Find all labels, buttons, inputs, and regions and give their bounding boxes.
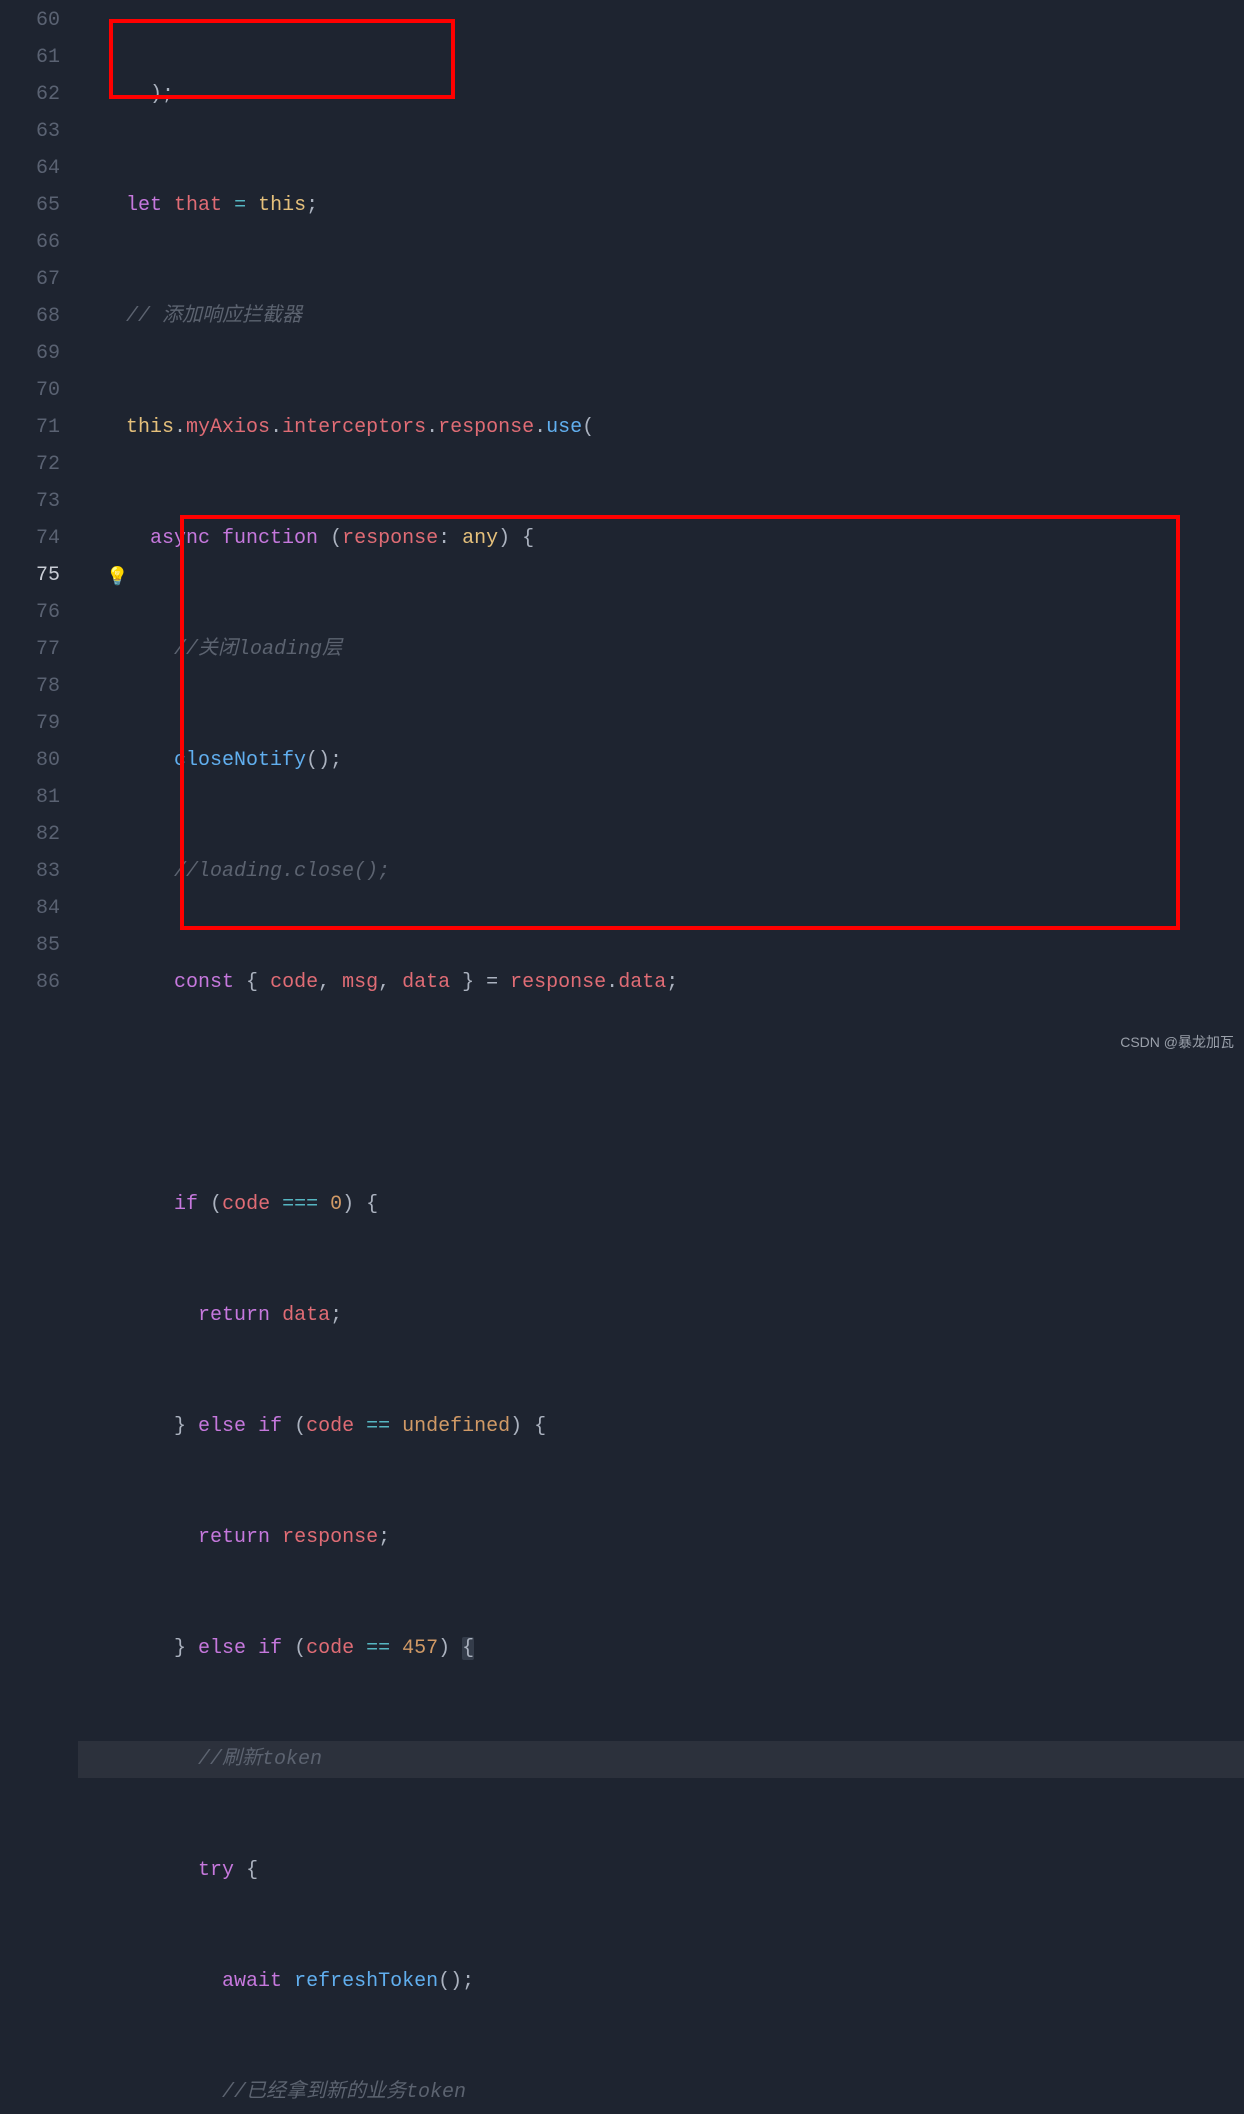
- code-line: //关闭loading层: [78, 631, 1244, 668]
- code-line: );: [78, 76, 1244, 113]
- line-number: 64: [0, 150, 60, 187]
- line-number: 65: [0, 187, 60, 224]
- code-line: async function (response: any) {: [78, 520, 1244, 557]
- code-area[interactable]: ); let that = this; // 添加响应拦截器 this.myAx…: [78, 0, 1244, 2114]
- line-number: 79: [0, 705, 60, 742]
- line-number: 66: [0, 224, 60, 261]
- line-number: 70: [0, 372, 60, 409]
- line-number: 84: [0, 890, 60, 927]
- lightbulb-icon[interactable]: 💡: [106, 560, 128, 597]
- line-number: 80: [0, 742, 60, 779]
- line-number: 68: [0, 298, 60, 335]
- code-line: return response;: [78, 1519, 1244, 1556]
- code-line: await refreshToken();: [78, 1963, 1244, 2000]
- line-number: 73: [0, 483, 60, 520]
- line-number: 72: [0, 446, 60, 483]
- line-number: 78: [0, 668, 60, 705]
- code-line: let that = this;: [78, 187, 1244, 224]
- line-number: 62: [0, 76, 60, 113]
- code-line: // 添加响应拦截器: [78, 298, 1244, 335]
- line-number: 77: [0, 631, 60, 668]
- line-number: 83: [0, 853, 60, 890]
- line-number: 81: [0, 779, 60, 816]
- code-line: //loading.close();: [78, 853, 1244, 890]
- code-line-active: //刷新token: [78, 1741, 1244, 1778]
- line-number: 76: [0, 594, 60, 631]
- line-number: 60: [0, 2, 60, 39]
- line-number: 63: [0, 113, 60, 150]
- line-number: 67: [0, 261, 60, 298]
- code-line: try {: [78, 1852, 1244, 1889]
- line-number: 71: [0, 409, 60, 446]
- watermark-text: CSDN @暴龙加瓦: [1120, 1034, 1234, 1051]
- line-number: 74: [0, 520, 60, 557]
- line-number: 85: [0, 927, 60, 964]
- code-line: } else if (code == 457) {: [78, 1630, 1244, 1667]
- line-number: 61: [0, 39, 60, 76]
- line-number: 75: [0, 557, 60, 594]
- code-line: if (code === 0) {: [78, 1186, 1244, 1223]
- line-number: 86: [0, 964, 60, 1001]
- code-line: this.myAxios.interceptors.response.use(: [78, 409, 1244, 446]
- line-number: 82: [0, 816, 60, 853]
- code-line: } else if (code == undefined) {: [78, 1408, 1244, 1445]
- code-line: [78, 1075, 1244, 1112]
- code-line: const { code, msg, data } = response.dat…: [78, 964, 1244, 1001]
- line-number: 69: [0, 335, 60, 372]
- code-editor[interactable]: 6061626364656667686970717273747576777879…: [0, 0, 1244, 2114]
- code-line: return data;: [78, 1297, 1244, 1334]
- line-number-gutter: 6061626364656667686970717273747576777879…: [0, 0, 78, 2114]
- code-line: //已经拿到新的业务token: [78, 2074, 1244, 2111]
- code-line: closeNotify();: [78, 742, 1244, 779]
